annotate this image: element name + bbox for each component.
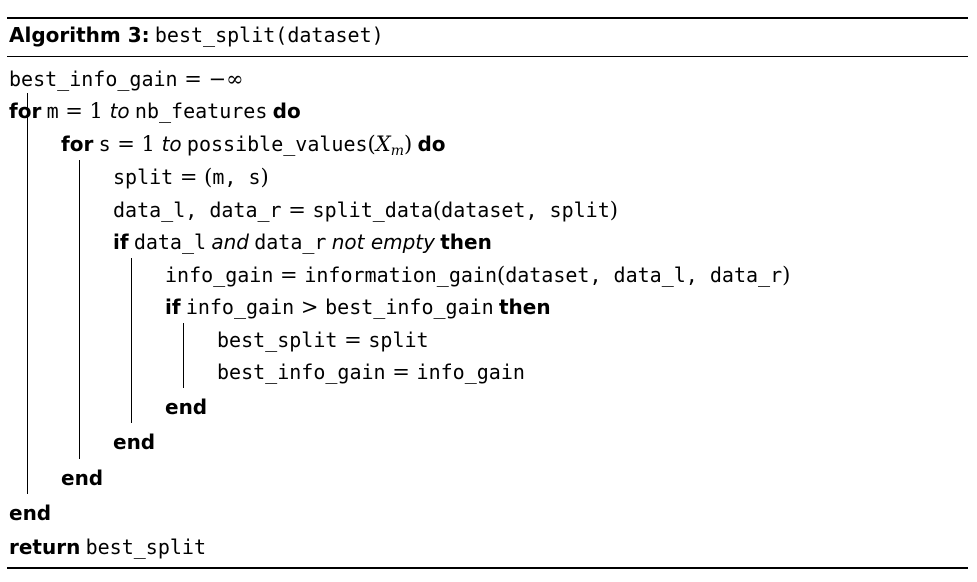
caption-rule [7, 56, 968, 57]
line-if-gain: if info_gain > best_info_gain then [165, 292, 551, 322]
line-8-keyword: if [165, 295, 181, 319]
block-bar-if-gain [183, 323, 184, 388]
line-7-args: dataset, data_l, data_r [505, 263, 783, 287]
line-1-var: best_info_gain [9, 67, 178, 91]
line-2-bound: nb_features [134, 99, 268, 123]
line-10-op: = [385, 360, 417, 384]
line-2-op: = 1 [58, 99, 110, 123]
line-1-op: = −∞ [177, 67, 244, 91]
line-5-lhs: data_l, data_r [113, 198, 282, 222]
line-4-args: m, s [212, 165, 261, 189]
line-inner-for: for s = 1 to possible_values(Xm) do [61, 129, 446, 159]
line-3-function: possible_values [186, 132, 368, 156]
line-end-outer-for: end [9, 498, 51, 528]
algorithm-caption: Algorithm 3: best_split(dataset) [9, 20, 384, 50]
line-3-math-var: X [375, 132, 391, 156]
line-6-a: data_l [133, 230, 207, 254]
block-bar-outer-for [27, 93, 28, 494]
line-end-inner-for: end [61, 463, 103, 493]
line-3-subscript: m [390, 143, 404, 159]
line-2-to: to [109, 99, 130, 123]
caption-function-name: best_split [154, 23, 276, 47]
caption-argument: (dataset) [275, 23, 384, 47]
line-8-op: > [294, 295, 326, 319]
line-6-cond: not empty [331, 230, 435, 254]
line-4-op: = ( [173, 165, 213, 189]
line-6-then: then [440, 230, 492, 254]
line-7-op: = [273, 263, 305, 287]
line-11-keyword: end [165, 395, 208, 419]
caption-label: Algorithm 3: [9, 23, 150, 47]
line-7-var: info_gain [165, 263, 274, 287]
line-8-then: then [498, 295, 551, 319]
line-9-var: best_split [217, 328, 338, 352]
line-4-close: ) [260, 165, 269, 189]
line-7-close-paren: ) [782, 263, 791, 287]
line-3-do: do [417, 132, 446, 156]
line-5-close-paren: ) [609, 198, 618, 222]
line-3-close-paren: ) [403, 132, 413, 156]
line-9-val: split [368, 328, 429, 352]
line-end-if-gain: end [165, 392, 207, 422]
block-bar-inner-for [79, 160, 80, 459]
line-3-op: = 1 [110, 132, 162, 156]
line-13-keyword: end [61, 466, 104, 490]
line-if-not-empty: if data_l and data_r not empty then [113, 227, 492, 257]
top-rule [7, 17, 968, 19]
line-9-op: = [337, 328, 369, 352]
line-6-and: and [211, 230, 249, 254]
line-14-keyword: end [9, 501, 52, 525]
line-15-keyword: return [9, 535, 81, 559]
line-12-keyword: end [113, 430, 156, 454]
line-8-b: best_info_gain [325, 295, 494, 319]
line-3-var: s [98, 132, 111, 156]
line-info-gain: info_gain = information_gain(dataset, da… [165, 260, 790, 290]
line-10-var: best_info_gain [217, 360, 386, 384]
line-3-to: to [161, 132, 182, 156]
line-7-open-paren: ( [496, 263, 506, 287]
line-5-op: = [281, 198, 313, 222]
line-6-b: data_r [254, 230, 327, 254]
line-3-keyword: for [61, 132, 94, 156]
line-3-open-paren: ( [367, 132, 376, 156]
line-4-var: split [113, 165, 174, 189]
line-end-if-not-empty: end [113, 427, 155, 457]
line-15-val: best_split [85, 535, 206, 559]
line-init-gain: best_info_gain = −∞ [9, 64, 244, 94]
block-bar-if-not-empty [131, 258, 132, 423]
line-7-function: information_gain [304, 263, 497, 287]
line-5-open-paren: ( [432, 198, 442, 222]
line-best-info-gain: best_info_gain = info_gain [217, 357, 525, 387]
line-2-var: m [46, 99, 59, 123]
line-split-assign: split = (m, s) [113, 162, 269, 192]
line-5-function: split_data [312, 198, 433, 222]
line-return: return best_split [9, 532, 206, 562]
line-outer-for: for m = 1 to nb_features do [9, 96, 301, 126]
line-2-do: do [272, 99, 301, 123]
line-6-keyword: if [113, 230, 129, 254]
line-best-split: best_split = split [217, 325, 429, 355]
line-5-args: dataset, split [441, 198, 610, 222]
bottom-rule [7, 567, 968, 569]
line-split-data: data_l, data_r = split_data(dataset, spl… [113, 195, 618, 225]
line-10-val: info_gain [416, 360, 525, 384]
line-2-keyword: for [9, 99, 42, 123]
line-8-a: info_gain [185, 295, 295, 319]
